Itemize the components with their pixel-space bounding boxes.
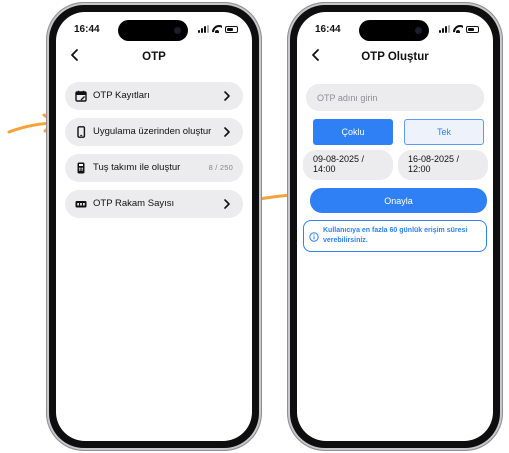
menu-item-label: OTP Rakam Sayısı <box>93 198 175 209</box>
battery-icon <box>225 26 238 33</box>
menu-item-otp-digit-count[interactable]: OTP Rakam Sayısı <box>65 190 243 218</box>
status-bar: 16:44 <box>56 12 252 42</box>
phone-frame-left: 16:44 OTP OTP Kayıtları Uygulama üzerind… <box>46 2 262 451</box>
menu-item-label: Tuş takımı ile oluştur <box>93 162 181 173</box>
info-notice-text: Kullanıcıya en fazla 60 günlük erişim sü… <box>323 227 468 244</box>
status-time: 16:44 <box>74 24 100 35</box>
start-time-value: 14:00 <box>313 164 336 174</box>
wifi-icon <box>453 25 463 33</box>
start-date-value: 09-08-2025 / <box>313 154 365 164</box>
menu-item-otp-records[interactable]: OTP Kayıtları <box>65 82 243 110</box>
nav-header: OTP Oluştur <box>297 42 493 70</box>
status-time: 16:44 <box>315 24 341 35</box>
nav-header: OTP <box>56 42 252 70</box>
end-date-value: 16-08-2025 / <box>408 154 460 164</box>
page-title: OTP Oluştur <box>361 51 429 63</box>
info-notice: Kullanıcıya en fazla 60 günlük erişim sü… <box>303 220 487 252</box>
menu-item-create-via-app[interactable]: Uygulama üzerinden oluştur <box>65 118 243 146</box>
status-bar: 16:44 <box>297 12 493 42</box>
segment-multi-button[interactable]: Çoklu <box>313 119 393 145</box>
keypad-count-badge: 8 / 250 <box>208 163 233 172</box>
dynamic-island <box>118 20 188 41</box>
signal-icon <box>198 25 209 33</box>
chevron-right-icon <box>224 199 230 209</box>
keypad-device-icon <box>77 162 85 174</box>
calendar-edit-icon <box>75 90 87 102</box>
dynamic-island <box>359 20 429 41</box>
chevron-right-icon <box>224 91 230 101</box>
otp-menu-list: OTP Kayıtları Uygulama üzerinden oluştur <box>65 82 243 226</box>
otp-name-input[interactable] <box>306 84 484 111</box>
digits-icon <box>75 201 87 208</box>
confirm-button[interactable]: Onayla <box>310 188 487 213</box>
phone-icon <box>77 126 86 138</box>
signal-icon <box>439 25 450 33</box>
end-date-picker[interactable]: 16-08-2025 / 12:00 <box>398 150 488 180</box>
battery-icon <box>466 26 479 33</box>
otp-create-screen: 16:44 OTP Oluştur Çoklu Tek 09-08-2025 / <box>297 12 493 441</box>
chevron-right-icon <box>224 127 230 137</box>
otp-menu-screen: 16:44 OTP OTP Kayıtları Uygulama üzerind… <box>56 12 252 441</box>
menu-item-label: OTP Kayıtları <box>93 90 150 101</box>
menu-item-label: Uygulama üzerinden oluştur <box>93 126 212 137</box>
end-time-value: 12:00 <box>408 164 431 174</box>
menu-item-create-via-keypad[interactable]: Tuş takımı ile oluştur 8 / 250 <box>65 154 243 182</box>
start-date-picker[interactable]: 09-08-2025 / 14:00 <box>303 150 393 180</box>
segment-single-button[interactable]: Tek <box>404 119 484 145</box>
wifi-icon <box>212 25 222 33</box>
info-icon <box>309 232 319 242</box>
page-title: OTP <box>142 51 166 63</box>
phone-frame-right: 16:44 OTP Oluştur Çoklu Tek 09-08-2025 / <box>287 2 503 451</box>
